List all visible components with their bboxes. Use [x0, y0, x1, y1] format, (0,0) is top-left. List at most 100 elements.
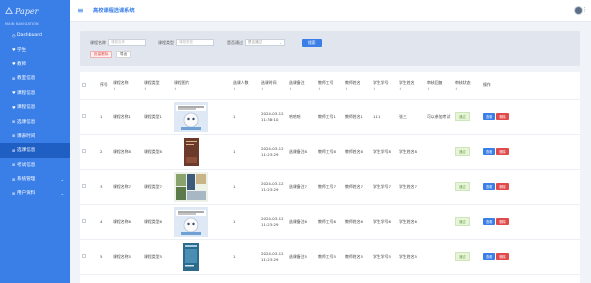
course-image[interactable]: [174, 206, 208, 237]
sidebar-item[interactable]: ◷ Dashboard: [0, 28, 70, 42]
teacher-number: 教师工号6: [316, 204, 343, 240]
status-badge: 通过: [455, 252, 470, 261]
hamburger-menu-icon[interactable]: ≡: [77, 6, 85, 15]
sort-icon[interactable]: ⇕: [261, 87, 287, 91]
course-image[interactable]: [174, 136, 208, 167]
delete-button[interactable]: 删除: [496, 113, 509, 120]
column-header[interactable]: 审核回复 ⇕: [425, 72, 453, 100]
delete-button[interactable]: 删除: [496, 148, 509, 155]
row-checkbox[interactable]: [82, 149, 86, 153]
sort-icon[interactable]: ⇕: [174, 87, 231, 91]
sort-icon[interactable]: ⇕: [233, 87, 259, 91]
sort-icon[interactable]: ⇕: [373, 87, 397, 91]
sidebar-item[interactable]: ⊞ 选课信息: [0, 114, 70, 128]
view-button[interactable]: 查看: [483, 253, 496, 260]
column-header[interactable]: 教师姓名 ⇕: [343, 72, 371, 100]
sidebar-item[interactable]: ♥ 教师: [0, 57, 70, 71]
column-header[interactable]: 课程类型 ⇕: [142, 72, 172, 100]
sidebar-item[interactable]: ⊞ 课表时间: [0, 129, 70, 143]
column-header[interactable]: 教师工号 ⇕: [316, 72, 343, 100]
row-select-cell: [80, 169, 98, 205]
column-header[interactable]: 选课人数 ⇕: [231, 72, 259, 100]
more-options-icon[interactable]: ⋮: [582, 7, 587, 13]
column-header-label: 审核状态: [455, 79, 471, 85]
review-reply: [425, 169, 453, 205]
sidebar-item[interactable]: ⊞ 系统管理 ⌄: [0, 172, 70, 186]
course-name-input[interactable]: 课程名称: [108, 39, 146, 46]
column-header-label: 选课人数: [233, 79, 249, 85]
sidebar-item[interactable]: ⊞ 选课信息: [0, 143, 70, 158]
column-header[interactable]: 课程名称 ⇕: [111, 72, 142, 100]
delete-button[interactable]: 删除: [496, 218, 509, 225]
sort-icon[interactable]: ⇕: [427, 87, 453, 91]
sort-icon[interactable]: ⇕: [318, 87, 343, 91]
column-header-label: 选课备注: [289, 79, 305, 85]
logo-icon: [5, 7, 13, 14]
status-badge: 通过: [455, 112, 470, 121]
course-image[interactable]: [174, 101, 208, 132]
row-checkbox[interactable]: [82, 184, 86, 188]
status-badge: 通过: [455, 217, 470, 226]
column-header-label: 教师姓名: [345, 79, 361, 85]
enroll-remark: 选课备注5: [287, 239, 316, 275]
teacher-name: 教师姓名8: [343, 134, 371, 170]
delete-button[interactable]: 删除: [496, 183, 509, 190]
teacher-name: 教师姓名1: [343, 99, 371, 135]
status-badge: 通过: [455, 182, 470, 191]
select-all-checkbox[interactable]: [82, 82, 86, 87]
view-button[interactable]: 查看: [483, 113, 496, 120]
sidebar-item[interactable]: ⊞ 用户资料 ⌄: [0, 186, 70, 200]
search-button[interactable]: 搜索: [302, 38, 322, 47]
column-header[interactable]: 课程图片 ⇕: [172, 72, 231, 100]
sidebar-item[interactable]: ♥ 课程信息: [0, 86, 70, 100]
view-button[interactable]: 查看: [483, 183, 496, 190]
column-header[interactable]: 选课时间 ⇕: [259, 72, 287, 100]
column-header[interactable]: 审核状态 ⇕: [453, 72, 481, 100]
course-image[interactable]: [174, 171, 208, 202]
sidebar-item[interactable]: ♥ 课程信息: [0, 100, 70, 114]
status-select[interactable]: 是否通过 ⌄: [245, 39, 285, 46]
row-checkbox[interactable]: [82, 254, 86, 258]
sort-icon[interactable]: ⇕: [345, 87, 371, 91]
course-image[interactable]: [174, 241, 208, 272]
sort-icon[interactable]: ⇕: [455, 87, 481, 91]
column-header[interactable]: 学生学号 ⇕: [371, 72, 397, 100]
course-name: 课程名称1: [111, 99, 142, 135]
row-checkbox[interactable]: [82, 219, 86, 223]
row-select-cell: [80, 204, 98, 240]
course-type: 课程类型8: [142, 134, 172, 170]
column-header[interactable]: 操作: [481, 72, 580, 100]
column-header-label: 课程名称: [113, 79, 129, 85]
column-header[interactable]: 序号: [98, 72, 111, 100]
sidebar-item[interactable]: ⊞ 考试信息: [0, 158, 70, 172]
column-header[interactable]: 学生姓名 ⇕: [397, 72, 425, 100]
student-name: 张三: [397, 99, 425, 135]
view-button[interactable]: 查看: [483, 218, 496, 225]
sort-icon[interactable]: ⇕: [289, 87, 316, 91]
batch-delete-button[interactable]: 批量删除: [90, 51, 113, 58]
gauge-icon: ◷: [12, 32, 16, 38]
sidebar-item[interactable]: ♥ 学生: [0, 42, 70, 56]
review-status-cell: 通过: [453, 239, 481, 275]
sort-icon[interactable]: ⇕: [144, 87, 172, 91]
review-status-cell: 通过: [453, 134, 481, 170]
export-button[interactable]: 导出: [116, 51, 132, 58]
course-name: 课程名称7: [111, 169, 142, 205]
delete-button[interactable]: 删除: [496, 253, 509, 260]
course-type-input[interactable]: 课程类型: [176, 39, 214, 46]
sort-icon[interactable]: ⇕: [113, 87, 142, 91]
column-header[interactable]: 选课备注 ⇕: [287, 72, 316, 100]
row-select-cell: [80, 239, 98, 275]
teacher-number: 教师工号7: [316, 169, 343, 205]
review-status-cell: 通过: [453, 169, 481, 205]
actions-cell: 查看 删除: [481, 134, 580, 170]
row-checkbox[interactable]: [82, 114, 86, 118]
view-button[interactable]: 查看: [483, 148, 496, 155]
sort-icon[interactable]: ⇕: [399, 87, 425, 91]
sidebar-item[interactable]: ⊞ 教室信息: [0, 71, 70, 85]
student-number: 111: [371, 99, 397, 135]
column-header-label: 学生姓名: [399, 79, 415, 85]
teacher-name: 教师姓名7: [343, 169, 371, 205]
table-body: 1 课程名称1 课程类型1 1 2024-03-12 11:38:10 哈哈哈 教师工号1 教…: [80, 99, 580, 275]
sidebar-item-label: Dashboard: [17, 32, 42, 38]
